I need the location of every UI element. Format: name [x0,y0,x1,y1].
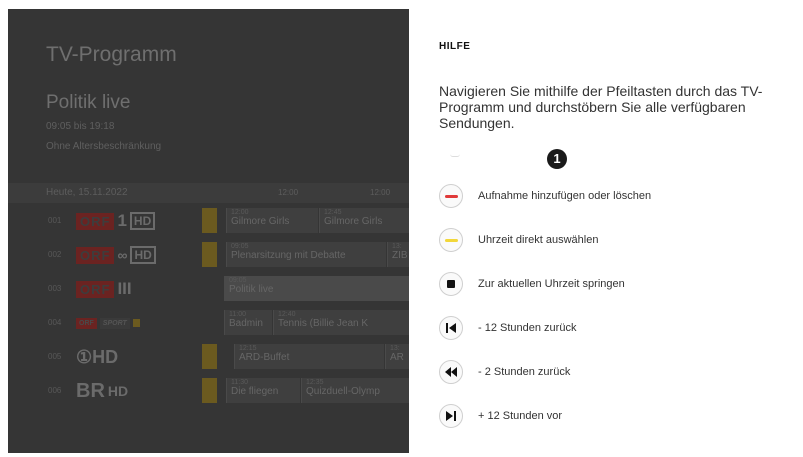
past-marker [202,378,217,403]
channel-number: 004 [48,318,62,327]
program-slot[interactable]: 09:05 Plenarsitzung mit Debatte [226,242,386,267]
channel-logo: ORF III [76,279,132,299]
yellow-key-icon [439,228,463,252]
channel-logo: ORF 1 HD [76,211,156,231]
time-label: 12:00 [278,188,299,197]
skip-back-icon [439,316,463,340]
channel-number: 001 [48,216,62,225]
selected-show-rating: Ohne Altersbeschränkung [46,141,162,152]
channel-logo: ORF SPORT [76,313,140,333]
program-slot[interactable]: 11:00 Badmin [224,310,272,335]
help-item-forward-12h: + 12 Stunden vor [439,403,562,429]
red-key-icon [439,184,463,208]
program-slot[interactable]: 12:40 Tennis (Billie Jean K [273,310,409,335]
help-intro: Navigieren Sie mithilfe der Pfeiltasten … [439,83,763,131]
program-slot[interactable]: 12:35 Quizduell-Olymp [301,378,409,403]
channel-number: 005 [48,352,62,361]
past-marker [202,344,217,369]
program-slot[interactable]: 12:45 Gilmore Girls [319,208,409,233]
channel-row[interactable]: 004 ORF SPORT 11:00 Badmin 12:40 Tennis … [8,308,409,337]
channel-row[interactable]: 005 ①HD 12:15 ARD-Buffet 13: AR [8,342,409,371]
rewind-icon [439,360,463,384]
program-slot[interactable]: 11:30 Die fliegen [226,378,300,403]
program-slot[interactable]: 13: ZIB [387,242,409,267]
time-label: 12:00 [370,188,391,197]
selected-show-time: 09:05 bis 19:18 [46,121,115,132]
skip-forward-icon [439,404,463,428]
scroll-hint-icon [450,154,460,157]
help-item-back-12h: - 12 Stunden zurück [439,315,576,341]
help-item-record: Aufnahme hinzufügen oder löschen [439,183,651,209]
stop-icon [439,272,463,296]
tv-screen: TV-Programm Politik live 09:05 bis 19:18… [8,9,797,453]
program-slot[interactable]: 13: AR [385,344,409,369]
past-marker [202,242,217,267]
channel-logo: ORF ∞ HD [76,245,156,265]
past-marker [202,208,217,233]
tv-guide: TV-Programm Politik live 09:05 bis 19:18… [8,9,409,453]
help-item-jump-now: Zur aktuellen Uhrzeit springen [439,271,625,297]
channel-number: 006 [48,386,62,395]
channel-row[interactable]: 002 ORF ∞ HD 09:05 Plenarsitzung mit Deb… [8,240,409,269]
sport-tag-icon [132,319,140,327]
program-slot[interactable]: 12:15 ARD-Buffet [234,344,384,369]
page-title: TV-Programm [46,43,177,66]
program-slot-current[interactable]: 09:05 Politik live [224,276,409,301]
channel-number: 002 [48,250,62,259]
guide-date: Heute, 15.11.2022 [46,187,128,198]
channel-logo: BR HD [76,379,129,402]
help-item-select-time: Uhrzeit direkt auswählen [439,227,598,253]
channel-number: 003 [48,284,62,293]
channel-row[interactable]: 006 BR HD 11:30 Die fliegen 12:35 Quizdu… [8,376,409,405]
step-badge: 1 [547,149,567,169]
time-bar: Heute, 15.11.2022 12:00 12:00 [8,183,409,203]
channel-row[interactable]: 001 ORF 1 HD 12:00 Gilmore Girls 12:45 G… [8,206,409,235]
help-item-back-2h: - 2 Stunden zurück [439,359,570,385]
help-header: HILFE [439,41,471,52]
program-slot[interactable]: 12:00 Gilmore Girls [226,208,318,233]
selected-show-title: Politik live [46,92,131,113]
channel-row-selected[interactable]: 003 ORF III 09:05 Politik live [8,274,409,303]
channel-logo: ①HD [76,346,119,367]
help-panel: HILFE Navigieren Sie mithilfe der Pfeilt… [409,9,797,453]
